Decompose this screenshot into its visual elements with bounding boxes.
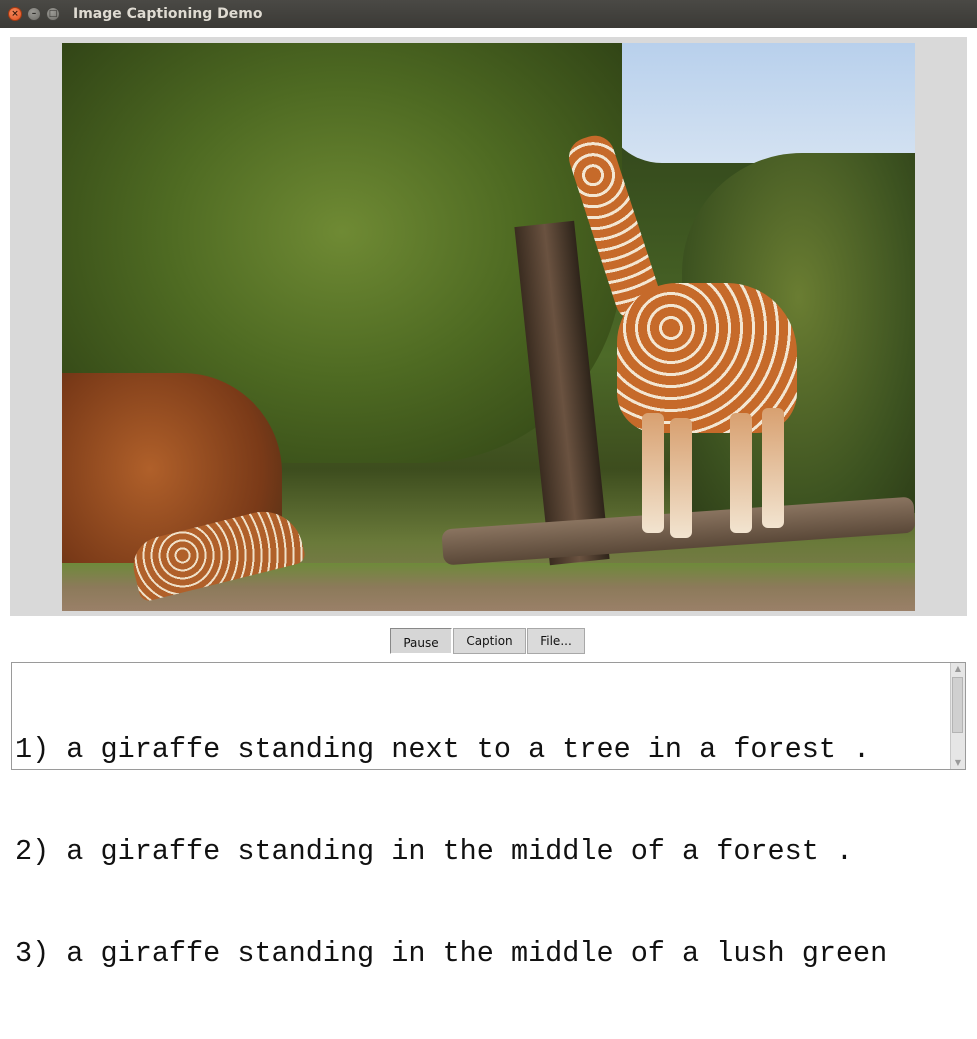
image-giraffe-leg [730, 413, 752, 533]
caption-button[interactable]: Caption [453, 628, 526, 654]
caption-line: 3) a giraffe standing in the middle of a… [15, 937, 888, 970]
control-toolbar: Pause Caption File... [390, 628, 586, 656]
file-button[interactable]: File... [527, 628, 585, 654]
minimize-button[interactable]: – [27, 7, 41, 21]
scroll-down-arrow-icon[interactable]: ▼ [952, 757, 964, 769]
image-giraffe-leg [642, 413, 664, 533]
scrollbar-thumb[interactable] [952, 677, 963, 733]
image-sky [602, 43, 915, 163]
maximize-button[interactable]: □ [46, 7, 60, 21]
window-title: Image Captioning Demo [73, 6, 263, 22]
caption-scrollbar[interactable]: ▲ ▼ [950, 663, 965, 769]
caption-line: 1) a giraffe standing next to a tree in … [15, 733, 871, 766]
pause-button[interactable]: Pause [390, 628, 452, 654]
close-icon: × [11, 9, 19, 19]
caption-line: 2) a giraffe standing in the middle of a… [15, 835, 854, 868]
title-bar: × – □ Image Captioning Demo [0, 0, 977, 28]
caption-output[interactable]: 1) a giraffe standing next to a tree in … [11, 662, 966, 970]
close-button[interactable]: × [8, 7, 22, 21]
image-giraffe-leg [762, 408, 784, 528]
image-giraffe-leg [670, 418, 692, 538]
captioned-image [62, 43, 915, 611]
caption-list: 1) a giraffe standing next to a tree in … [15, 665, 945, 1039]
maximize-icon: □ [48, 9, 58, 19]
scroll-up-arrow-icon[interactable]: ▲ [952, 663, 964, 675]
minimize-icon: – [31, 9, 37, 19]
